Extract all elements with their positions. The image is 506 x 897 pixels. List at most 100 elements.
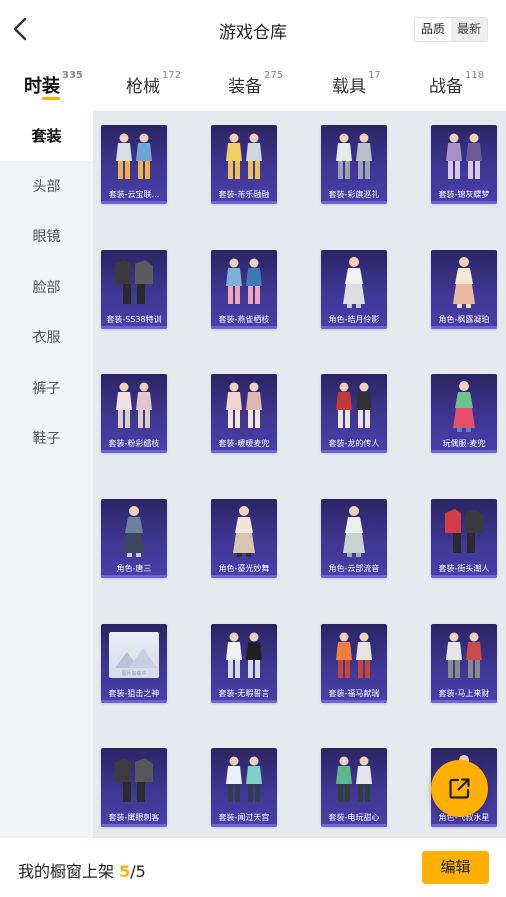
sort-toggle[interactable]: 品质 最新 (413, 17, 488, 42)
tab-count: 172 (162, 70, 182, 81)
tab-firearms[interactable]: 枪械172 (126, 70, 182, 97)
item-card[interactable]: 套装-SS38特训 (101, 250, 167, 329)
quality-bar (211, 575, 277, 578)
item-name: 套装-彩旗巡礼 (328, 190, 380, 199)
item-name: 角色-云部流音 (328, 564, 380, 573)
tab-label: 战备 (429, 77, 463, 97)
item-card[interactable]: 图片加载中套装-狙击之神 (101, 624, 167, 703)
item-card[interactable]: 套装-芾乐融融 (211, 125, 277, 204)
item-card[interactable]: 角色-皓月伶影 (321, 250, 387, 329)
item-card[interactable]: 角色-枫露凝珀 (431, 250, 497, 329)
showcase-total-count: 5 (135, 862, 146, 881)
item-card[interactable]: 角色-鎏光妙舞 (211, 499, 277, 578)
sidebar-item-shoes[interactable]: 鞋子 (0, 414, 93, 464)
item-card[interactable]: 套装-锦灰蝶梦 (431, 125, 497, 204)
sort-by-quality[interactable]: 品质 (414, 18, 451, 41)
item-name: 套装-闻过天宫 (218, 813, 270, 822)
tab-equipment[interactable]: 装备275 (228, 70, 283, 97)
item-name: 套装-龙的传人 (328, 439, 380, 448)
quality-bar (211, 326, 277, 329)
quality-bar (431, 326, 497, 329)
tab-label: 时装 (24, 76, 60, 97)
item-card[interactable]: 角色-唐三 (101, 499, 167, 578)
item-name: 套装-狙击之神 (108, 689, 160, 698)
item-card[interactable]: 套装-电玩甜心 (321, 748, 387, 827)
item-name: 玩偶服-麦兜 (442, 439, 486, 448)
showcase-status: 我的橱窗上架 5/5 (18, 858, 146, 882)
item-card[interactable]: 套装-无暇誓言 (211, 624, 277, 703)
outfit-figure-icon (226, 632, 262, 678)
outfit-figure-icon (446, 632, 482, 678)
quality-bar (211, 450, 277, 453)
item-name: 套装-电玩甜心 (328, 813, 380, 822)
item-card[interactable]: 套装-暖暖麦兜 (211, 374, 277, 453)
quality-bar (431, 700, 497, 703)
character-figure-icon (453, 257, 475, 308)
sidebar-item-pants[interactable]: 裤子 (0, 364, 93, 414)
share-button[interactable] (431, 760, 488, 817)
sidebar: 套装 头部 眼镜 脸部 衣服 裤子 鞋子 (0, 111, 93, 838)
sidebar-item-glasses[interactable]: 眼镜 (0, 212, 93, 262)
item-card[interactable]: 套装-云宝联... (101, 125, 167, 204)
quality-bar (101, 824, 167, 827)
item-card[interactable]: 套装-街头潮人 (431, 499, 497, 578)
tab-vehicles[interactable]: 载具17 (332, 70, 381, 97)
quality-bar (431, 450, 497, 453)
quality-bar (101, 700, 167, 703)
item-name: 套装-鹰眼刺客 (108, 813, 160, 822)
item-card[interactable]: 套装-鹰眼刺客 (101, 748, 167, 827)
showcase-label: 我的橱窗上架 (18, 862, 115, 881)
item-card[interactable]: 玩偶服-麦兜 (431, 374, 497, 453)
character-figure-icon (343, 257, 365, 308)
item-name: 套装-马上来财 (438, 689, 490, 698)
placeholder-text: 图片加载中 (121, 671, 147, 677)
quality-bar (321, 824, 387, 827)
quality-bar (101, 326, 167, 329)
item-card[interactable]: 套装-彩旗巡礼 (321, 125, 387, 204)
sort-by-newest[interactable]: 最新 (450, 18, 487, 41)
item-card[interactable]: 套装-福马献瑞 (321, 624, 387, 703)
mascot-figure-icon (453, 381, 475, 432)
header: 游戏仓库 品质 最新 (0, 0, 506, 60)
tab-fashion[interactable]: 时装335 (24, 70, 83, 98)
character-figure-icon (343, 506, 365, 557)
outfit-figure-icon (226, 382, 262, 428)
quality-bar (321, 575, 387, 578)
tab-count: 118 (465, 70, 485, 81)
item-card[interactable]: 套装-龙的传人 (321, 374, 387, 453)
item-name: 角色-唐三 (116, 564, 152, 573)
outfit-figure-icon (336, 632, 372, 678)
sidebar-item-clothes[interactable]: 衣服 (0, 313, 93, 363)
item-name: 角色-枫露凝珀 (438, 315, 490, 324)
tab-count: 17 (368, 70, 381, 81)
outfit-figure-icon (226, 258, 262, 304)
item-name: 套装-SS38特训 (106, 315, 162, 324)
edit-button[interactable]: 编辑 (422, 851, 489, 884)
character-figure-icon (123, 506, 145, 557)
category-tabs: 时装335 枪械172 装备275 载具17 战备118 (0, 60, 506, 110)
item-name: 套装-锦灰蝶梦 (438, 190, 490, 199)
item-name: 套装-暖暖麦兜 (218, 439, 270, 448)
outfit-figure-icon (116, 382, 152, 428)
tab-combat-gear[interactable]: 战备118 (429, 70, 485, 97)
quality-bar (431, 201, 497, 204)
item-card[interactable]: 角色-云部流音 (321, 499, 387, 578)
item-card[interactable]: 套装-粉彩缱枝 (101, 374, 167, 453)
outfit-figure-icon (226, 756, 262, 802)
character-figure-icon (233, 506, 255, 557)
tab-label: 枪械 (126, 77, 160, 97)
quality-bar (101, 575, 167, 578)
item-name: 套装-粉彩缱枝 (108, 439, 160, 448)
item-card[interactable]: 套装-闻过天宫 (211, 748, 277, 827)
item-card[interactable]: 套装-马上来财 (431, 624, 497, 703)
sidebar-item-face[interactable]: 脸部 (0, 263, 93, 313)
item-card[interactable]: 套装-燕雀栖枝 (211, 250, 277, 329)
quality-bar (321, 450, 387, 453)
quality-bar (211, 201, 277, 204)
sidebar-item-head[interactable]: 头部 (0, 162, 93, 212)
item-name: 角色-鎏光妙舞 (218, 564, 270, 573)
quality-bar (431, 575, 497, 578)
item-name: 套装-无暇誓言 (218, 689, 270, 698)
item-name: 套装-街头潮人 (438, 564, 490, 573)
sidebar-item-suit[interactable]: 套装 (0, 111, 93, 161)
